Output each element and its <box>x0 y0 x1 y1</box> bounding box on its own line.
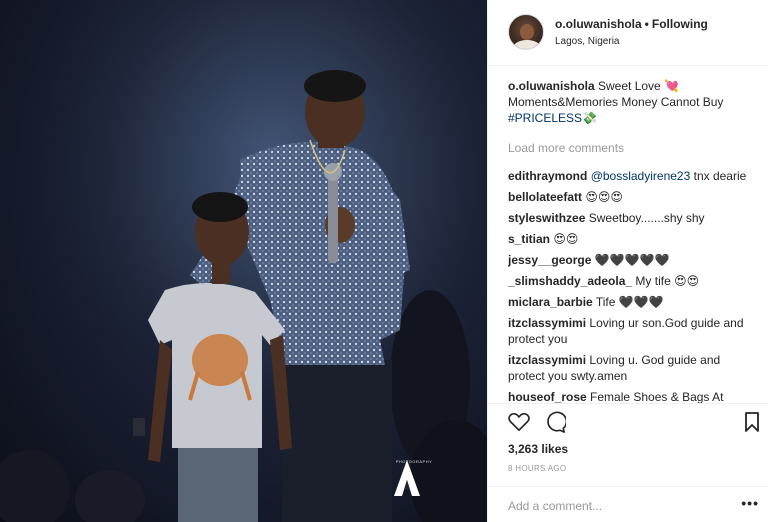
caption-username[interactable]: o.oluwanishola <box>508 79 595 93</box>
post-actions-bar <box>488 403 768 439</box>
comment-text: Female Shoes & Bags At <box>590 390 724 403</box>
comment-username[interactable]: bellolateefatt <box>508 190 582 204</box>
heart-icon[interactable] <box>508 412 530 432</box>
comment-username[interactable]: miclara_barbie <box>508 295 593 309</box>
comment-item: itzclassymimi Loving ur son.God guide an… <box>508 315 758 347</box>
comment-item: miclara_barbie Tife 🖤🖤🖤 <box>508 294 758 310</box>
comment-username[interactable]: _slimshaddy_adeola_ <box>508 274 632 288</box>
bookmark-icon[interactable] <box>744 412 760 432</box>
comment-item: houseof_rose Female Shoes & Bags At <box>508 389 758 403</box>
more-options-icon[interactable]: ••• <box>741 495 759 511</box>
comment-item: _slimshaddy_adeola_ My tife 😍😍 <box>508 273 758 289</box>
comment-username[interactable]: houseof_rose <box>508 390 587 403</box>
comment-item: bellolateefatt 😍😍😍 <box>508 189 758 205</box>
header-separator: • <box>644 17 649 31</box>
avatar[interactable] <box>508 14 544 50</box>
comment-text: 😍😍😍 <box>585 190 623 204</box>
comment-username[interactable]: jessy__george <box>508 253 591 267</box>
comment-item: jessy__george 🖤🖤🖤🖤🖤 <box>508 252 758 268</box>
comment-item: itzclassymimi Loving u. God guide and pr… <box>508 352 758 384</box>
comment-text: My tife 😍😍 <box>635 274 700 288</box>
load-more-comments-button[interactable]: Load more comments <box>508 140 758 156</box>
comment-username[interactable]: s_titian <box>508 232 550 246</box>
post-photo[interactable]: PHOTOGRAPHY <box>0 0 487 522</box>
follow-status[interactable]: Following <box>652 17 708 31</box>
header-username[interactable]: o.oluwanishola <box>555 17 642 31</box>
photographer-watermark: PHOTOGRAPHY <box>392 458 436 496</box>
comment-text: Tife 🖤🖤🖤 <box>595 295 664 309</box>
comment-item: styleswithzee Sweetboy.......shy shy <box>508 210 758 226</box>
post-timestamp[interactable]: 8 HOURS AGO <box>508 464 566 473</box>
comment-text: tnx dearie <box>693 169 747 183</box>
caption-hashtag[interactable]: #PRICELESS💸 <box>508 111 597 125</box>
comment-item: s_titian 😍😍 <box>508 231 758 247</box>
comment-item: edithraymond @bossladyirene23 tnx dearie <box>508 168 758 184</box>
comment-username[interactable]: styleswithzee <box>508 211 585 225</box>
header-user-line: o.oluwanishola • Following <box>555 17 708 31</box>
comment-icon[interactable] <box>544 411 566 433</box>
comment-mention[interactable]: @bossladyirene23 <box>591 169 691 183</box>
watermark-logo-icon <box>394 460 420 496</box>
photo-illustration <box>0 0 487 522</box>
caption: o.oluwanishola Sweet Love 💘 Moments&Memo… <box>508 78 758 126</box>
location-link[interactable]: Lagos, Nigeria <box>555 36 619 47</box>
comments-list[interactable]: o.oluwanishola Sweet Love 💘 Moments&Memo… <box>508 78 758 403</box>
add-comment-section: ••• <box>488 486 768 522</box>
comment-text: Sweetboy.......shy shy <box>588 211 705 225</box>
add-comment-input[interactable] <box>508 497 728 515</box>
comment-text: 🖤🖤🖤🖤🖤 <box>594 253 670 267</box>
post-details-panel: o.oluwanishola • Following Lagos, Nigeria … <box>487 0 768 522</box>
comment-username[interactable]: itzclassymimi <box>508 353 586 367</box>
post-header: o.oluwanishola • Following Lagos, Nigeria <box>488 0 768 66</box>
comment-text: 😍😍 <box>553 232 579 246</box>
comment-username[interactable]: itzclassymimi <box>508 316 586 330</box>
likes-count[interactable]: 3,263 likes <box>508 442 568 456</box>
comment-username[interactable]: edithraymond <box>508 169 587 183</box>
